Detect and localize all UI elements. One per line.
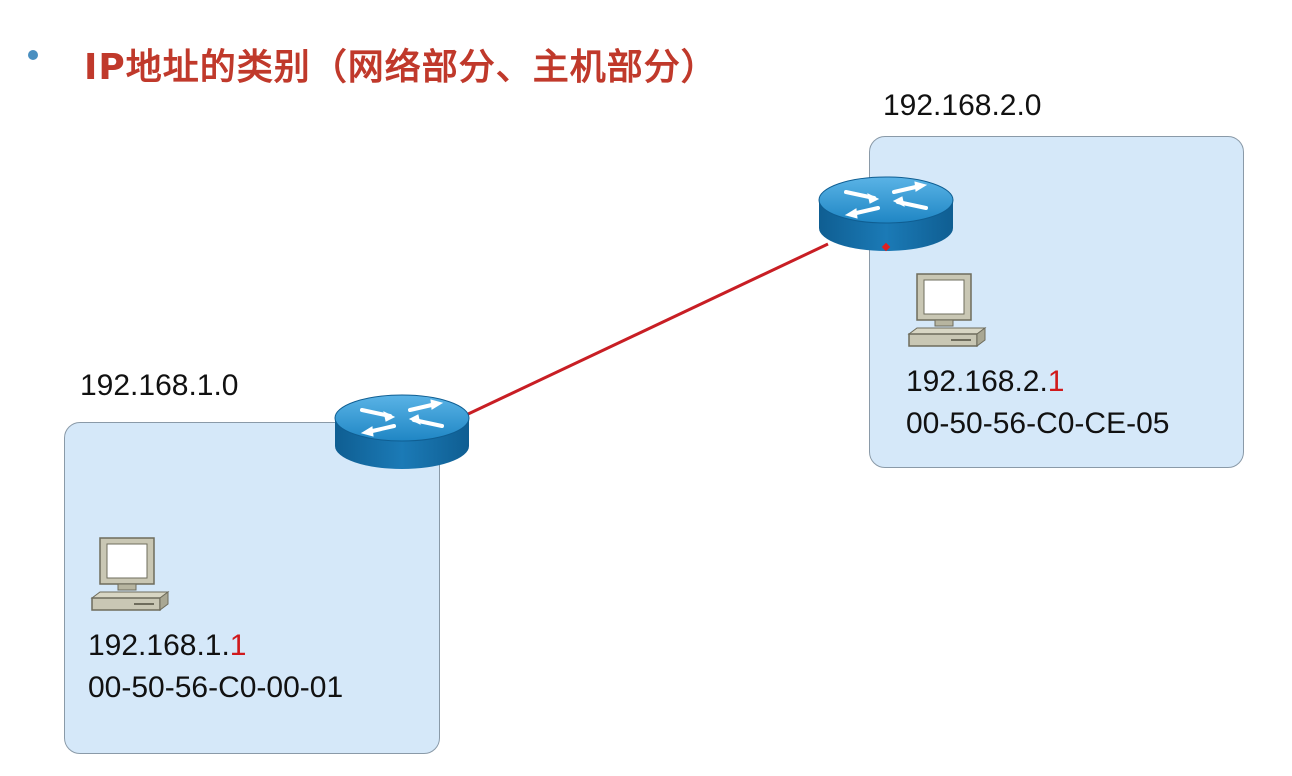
- host-ip-network-part: 192.168.2.: [906, 365, 1048, 398]
- host-ip-2: 192.168.2.1: [906, 362, 1064, 402]
- host-ip-host-part: 1: [229, 629, 247, 662]
- host-mac-2: 00-50-56-C0-CE-05: [906, 407, 1170, 440]
- host-mac-1: 00-50-56-C0-00-01: [88, 671, 344, 704]
- computer-icon[interactable]: [907, 272, 987, 350]
- host-ip-host-part: 1: [1047, 365, 1065, 398]
- router-icon[interactable]: [818, 176, 954, 252]
- host-ip-network-part: 192.168.1.: [88, 629, 230, 662]
- host-ip-1: 192.168.1.1: [88, 626, 246, 666]
- router-link: [465, 242, 829, 417]
- computer-icon[interactable]: [90, 536, 170, 614]
- router-icon[interactable]: [334, 394, 470, 469]
